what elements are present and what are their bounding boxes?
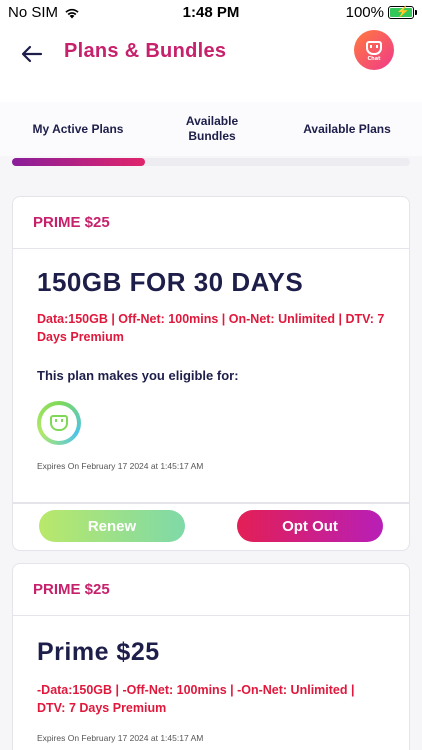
status-right: 100% ⚡: [345, 4, 417, 21]
tab-indicator: [12, 158, 145, 166]
header-strip: [0, 88, 422, 102]
battery-icon: ⚡: [388, 6, 417, 19]
smiley-icon: [50, 415, 68, 431]
eligible-service-icon: [37, 401, 81, 445]
expiry-text: Expires On February 17 2024 at 1:45:17 A…: [37, 733, 204, 743]
opt-out-button[interactable]: Opt Out: [237, 510, 383, 542]
plan-description: -Data:150GB | -Off-Net: 100mins | -On-Ne…: [37, 683, 355, 715]
tab-bar: My Active Plans Available Bundles Availa…: [0, 102, 422, 156]
eligible-text: This plan makes you eligible for:: [37, 368, 239, 383]
plan-description: Data:150GB | Off-Net: 100mins | On-Net: …: [37, 312, 385, 344]
page-title: Plans & Bundles: [64, 40, 227, 62]
plan-title: Prime $25: [37, 638, 160, 666]
plan-card: PRIME $25 Prime $25 -Data:150GB | -Off-N…: [12, 563, 410, 750]
plan-card: PRIME $25 150GB FOR 30 DAYS Data:150GB |…: [12, 196, 410, 551]
app-header: Plans & Bundles Chat: [0, 26, 422, 88]
plan-card-body: 150GB FOR 30 DAYS Data:150GB | Off-Net: …: [13, 249, 409, 471]
chat-button[interactable]: Chat: [354, 30, 394, 70]
chat-label: Chat: [367, 55, 381, 62]
charging-bolt-icon: ⚡: [396, 6, 410, 18]
plan-card-body: Prime $25 -Data:150GB | -Off-Net: 100min…: [13, 616, 409, 743]
card-divider: [13, 502, 409, 504]
plan-title: 150GB FOR 30 DAYS: [37, 267, 304, 297]
tab-available-plans[interactable]: Available Plans: [292, 122, 402, 137]
tab-track: [12, 158, 410, 166]
plan-card-header: PRIME $25: [13, 197, 409, 249]
back-button[interactable]: [18, 40, 46, 68]
plan-card-header: PRIME $25: [13, 564, 409, 616]
status-bar: No SIM 1:48 PM 100% ⚡: [0, 0, 422, 26]
battery-percent: 100%: [345, 4, 384, 21]
renew-button[interactable]: Renew: [39, 510, 185, 542]
tab-my-active-plans[interactable]: My Active Plans: [18, 122, 138, 137]
arrow-left-icon: [21, 45, 43, 63]
chat-face-icon: [366, 40, 382, 55]
tab-available-bundles[interactable]: Available Bundles: [170, 114, 254, 144]
expiry-text: Expires On February 17 2024 at 1:45:17 A…: [37, 461, 204, 471]
